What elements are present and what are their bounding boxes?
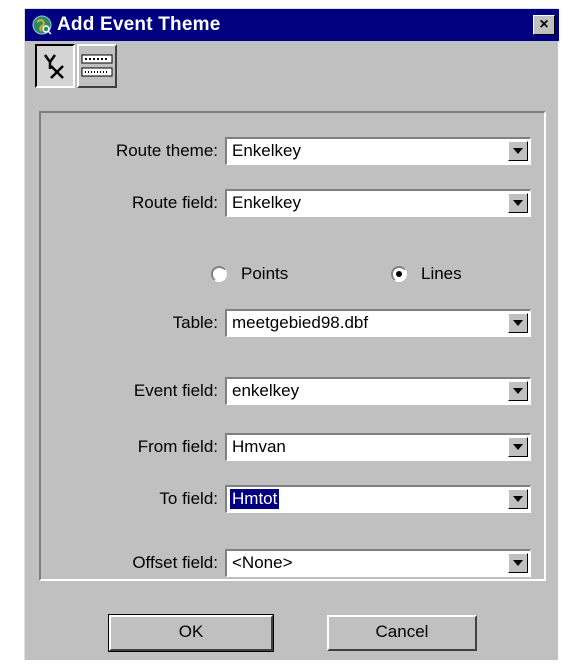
add-event-theme-dialog: Add Event Theme × Route theme: Enkelkey: [24, 8, 559, 660]
points-radio-label: Points: [241, 264, 289, 283]
offset-field-value: <None>: [232, 553, 293, 572]
geometry-radio-group: Points Lines: [41, 263, 548, 289]
chevron-down-icon[interactable]: [508, 489, 528, 509]
from-field-row: From field: Hmvan: [41, 433, 548, 461]
route-theme-label: Route theme:: [115, 141, 218, 160]
to-field-label: To field:: [159, 489, 218, 508]
from-field-select[interactable]: Hmvan: [225, 433, 531, 461]
xy-event-tool-button[interactable]: [35, 44, 75, 88]
ok-button[interactable]: OK: [108, 614, 274, 652]
toolbar: [35, 44, 555, 94]
event-settings-panel: Route theme: Enkelkey Route field: Enkel…: [39, 111, 546, 581]
chevron-down-icon[interactable]: [508, 553, 528, 573]
title-bar[interactable]: Add Event Theme ×: [25, 9, 559, 41]
event-field-select[interactable]: enkelkey: [225, 377, 531, 405]
event-field-value: enkelkey: [232, 381, 300, 400]
chevron-down-icon[interactable]: [508, 313, 528, 333]
radio-unchecked-icon[interactable]: [211, 266, 227, 282]
chevron-down-icon[interactable]: [508, 193, 528, 213]
offset-field-label: Offset field:: [132, 553, 218, 572]
radio-checked-icon[interactable]: [391, 266, 407, 282]
chevron-down-icon[interactable]: [508, 437, 528, 457]
event-field-row: Event field: enkelkey: [41, 377, 548, 405]
route-field-select[interactable]: Enkelkey: [225, 189, 531, 217]
route-theme-value: Enkelkey: [232, 141, 301, 160]
from-field-value: Hmvan: [232, 437, 286, 456]
window-title: Add Event Theme: [57, 14, 221, 35]
route-field-value: Enkelkey: [232, 193, 301, 212]
cancel-button[interactable]: Cancel: [327, 615, 477, 651]
offset-field-select[interactable]: <None>: [225, 549, 531, 577]
to-field-select[interactable]: Hmtot: [225, 485, 531, 513]
chevron-down-icon[interactable]: [508, 381, 528, 401]
event-field-label: Event field:: [133, 381, 218, 400]
route-field-row: Route field: Enkelkey: [41, 189, 548, 217]
to-field-value: Hmtot: [228, 488, 281, 510]
table-label: Table:: [172, 313, 218, 332]
lines-radio-label: Lines: [421, 264, 462, 283]
table-value: meetgebied98.dbf: [232, 313, 369, 332]
route-theme-row: Route theme: Enkelkey: [41, 137, 548, 165]
from-field-label: From field:: [137, 437, 218, 456]
route-theme-select[interactable]: Enkelkey: [225, 137, 531, 165]
chevron-down-icon[interactable]: [508, 141, 528, 161]
app-globe-icon: [32, 15, 52, 35]
route-field-label: Route field:: [132, 193, 218, 212]
to-field-row: To field: Hmtot: [41, 485, 548, 513]
offset-field-row: Offset field: <None>: [41, 549, 548, 577]
table-select[interactable]: meetgebied98.dbf: [225, 309, 531, 337]
close-button[interactable]: ×: [533, 15, 555, 35]
route-event-tool-button[interactable]: [77, 44, 117, 88]
ruler-icon: [81, 54, 113, 77]
table-row: Table: meetgebied98.dbf: [41, 309, 548, 337]
xy-event-icon: [43, 54, 64, 79]
